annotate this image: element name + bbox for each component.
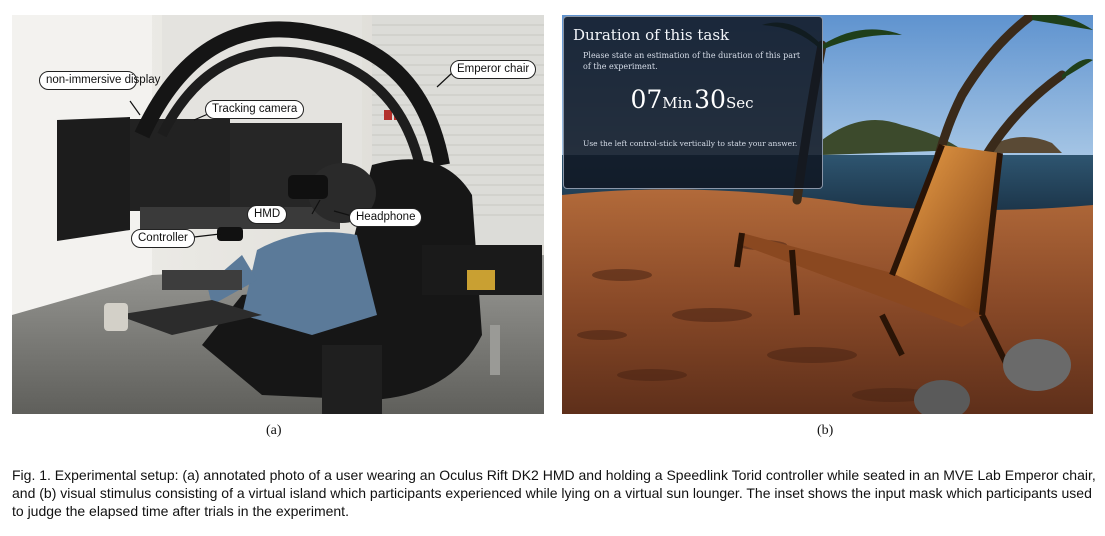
minutes-value: 07 [630, 85, 663, 114]
callout-headphone-text: Headphone [356, 211, 416, 223]
subfigure-label-a: (a) [266, 423, 282, 438]
callout-hmd-text: HMD [254, 208, 281, 220]
duration-input-mask: Duration of this task Please state an es… [563, 16, 823, 189]
minutes-unit: Min [662, 94, 693, 112]
subfigure-label-b: (b) [817, 423, 834, 438]
callout-camera-text: Tracking camera [212, 103, 298, 115]
callout-emperor-chair: Emperor chair [450, 60, 537, 79]
callout-non-immersive-display: non-immersive display [39, 71, 160, 90]
callout-emperor-text: Emperor chair [457, 63, 530, 75]
vr-scene-panel-b: Duration of this task Please state an es… [562, 15, 1093, 414]
seconds-value: 30 [694, 85, 726, 114]
inset-hint: Use the left control-stick vertically to… [583, 139, 798, 148]
callout-headphone: Headphone [349, 208, 423, 227]
callout-controller-text: Controller [138, 232, 188, 244]
seconds-unit: Sec [725, 94, 754, 112]
duration-readout[interactable]: 07Min30Sec [564, 85, 822, 114]
callout-controller: Controller [131, 229, 195, 248]
callout-hmd: HMD [247, 205, 288, 224]
callout-display-text: non-immersive display [46, 74, 161, 86]
photo-panel-a: non-immersive display Emperor chair Trac… [12, 15, 544, 414]
inset-title: Duration of this task [573, 26, 730, 44]
inset-prompt: Please state an estimation of the durati… [583, 51, 801, 71]
figure-caption: Fig. 1. Experimental setup: (a) annotate… [12, 467, 1096, 519]
callout-tracking-camera: Tracking camera [205, 100, 305, 119]
